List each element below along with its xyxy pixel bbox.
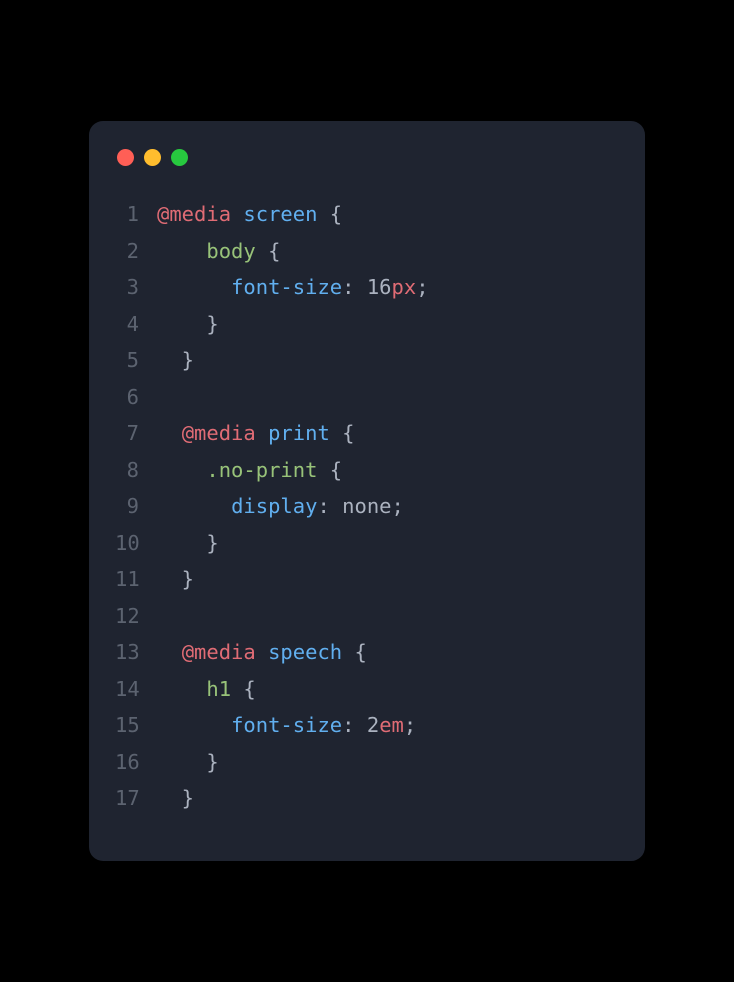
line-content: font-size: 2em;	[157, 707, 416, 743]
token-punct: ;	[404, 713, 416, 737]
token-punct: :	[342, 275, 367, 299]
minimize-icon[interactable]	[144, 149, 161, 166]
code-line: 5 }	[115, 342, 619, 378]
code-line: 13 @media speech {	[115, 634, 619, 670]
token-punct: }	[157, 531, 219, 555]
token-punct: {	[317, 458, 342, 482]
line-number: 15	[115, 707, 157, 743]
close-icon[interactable]	[117, 149, 134, 166]
token-punct	[157, 677, 206, 701]
token-punct: }	[157, 567, 194, 591]
line-content: display: none;	[157, 488, 404, 524]
code-line: 14 h1 {	[115, 671, 619, 707]
token-punct	[157, 275, 231, 299]
line-number: 4	[115, 306, 157, 342]
token-punct: }	[157, 786, 194, 810]
token-key: em	[379, 713, 404, 737]
line-number: 12	[115, 598, 157, 634]
token-key: px	[392, 275, 417, 299]
line-content: font-size: 16px;	[157, 269, 429, 305]
token-punct: :	[342, 713, 367, 737]
code-line: 9 display: none;	[115, 488, 619, 524]
token-sel: h1	[206, 677, 231, 701]
line-content: @media speech {	[157, 634, 367, 670]
line-number: 3	[115, 269, 157, 305]
token-punct	[231, 202, 243, 226]
line-content: @media print {	[157, 415, 355, 451]
line-content: h1 {	[157, 671, 256, 707]
token-ident: speech	[268, 640, 342, 664]
code-line: 3 font-size: 16px;	[115, 269, 619, 305]
token-punct: }	[157, 750, 219, 774]
token-punct	[256, 421, 268, 445]
code-line: 6	[115, 379, 619, 415]
line-number: 2	[115, 233, 157, 269]
token-punct: : none;	[317, 494, 403, 518]
token-key: @media	[182, 421, 256, 445]
code-line: 12	[115, 598, 619, 634]
code-line: 16 }	[115, 744, 619, 780]
line-content: }	[157, 306, 219, 342]
line-number: 16	[115, 744, 157, 780]
token-punct: }	[157, 312, 219, 336]
token-num: 16	[367, 275, 392, 299]
token-punct: {	[231, 677, 256, 701]
zoom-icon[interactable]	[171, 149, 188, 166]
token-key: @media	[157, 202, 231, 226]
line-number: 17	[115, 780, 157, 816]
code-line: 15 font-size: 2em;	[115, 707, 619, 743]
token-punct	[157, 713, 231, 737]
line-content: }	[157, 525, 219, 561]
token-punct	[157, 640, 182, 664]
line-content: body {	[157, 233, 280, 269]
token-sel: body	[206, 239, 255, 263]
line-number: 9	[115, 488, 157, 524]
code-line: 7 @media print {	[115, 415, 619, 451]
token-ident: font-size	[231, 713, 342, 737]
line-content: }	[157, 561, 194, 597]
token-key: @media	[182, 640, 256, 664]
line-content: }	[157, 342, 194, 378]
code-editor-window: 1@media screen {2 body {3 font-size: 16p…	[89, 121, 645, 860]
line-number: 5	[115, 342, 157, 378]
token-punct: ;	[416, 275, 428, 299]
token-ident: screen	[243, 202, 317, 226]
code-line: 4 }	[115, 306, 619, 342]
code-line: 17 }	[115, 780, 619, 816]
line-number: 1	[115, 196, 157, 232]
token-sel: .no-print	[206, 458, 317, 482]
token-punct	[256, 640, 268, 664]
token-punct	[157, 494, 231, 518]
line-number: 13	[115, 634, 157, 670]
token-punct: {	[256, 239, 281, 263]
line-number: 8	[115, 452, 157, 488]
code-line: 8 .no-print {	[115, 452, 619, 488]
token-punct: }	[157, 348, 194, 372]
token-punct: {	[342, 640, 367, 664]
code-line: 11 }	[115, 561, 619, 597]
window-controls	[117, 149, 619, 166]
line-content: .no-print {	[157, 452, 342, 488]
line-number: 11	[115, 561, 157, 597]
token-ident: print	[268, 421, 330, 445]
line-number: 10	[115, 525, 157, 561]
token-num: 2	[367, 713, 379, 737]
code-line: 10 }	[115, 525, 619, 561]
code-block[interactable]: 1@media screen {2 body {3 font-size: 16p…	[115, 196, 619, 816]
line-number: 14	[115, 671, 157, 707]
token-punct	[157, 239, 206, 263]
token-punct	[157, 421, 182, 445]
token-punct	[157, 458, 206, 482]
token-punct: {	[317, 202, 342, 226]
line-content: }	[157, 744, 219, 780]
line-number: 6	[115, 379, 157, 415]
code-line: 2 body {	[115, 233, 619, 269]
token-punct: {	[330, 421, 355, 445]
token-ident: display	[231, 494, 317, 518]
line-number: 7	[115, 415, 157, 451]
code-line: 1@media screen {	[115, 196, 619, 232]
line-content: }	[157, 780, 194, 816]
token-ident: font-size	[231, 275, 342, 299]
line-content: @media screen {	[157, 196, 342, 232]
